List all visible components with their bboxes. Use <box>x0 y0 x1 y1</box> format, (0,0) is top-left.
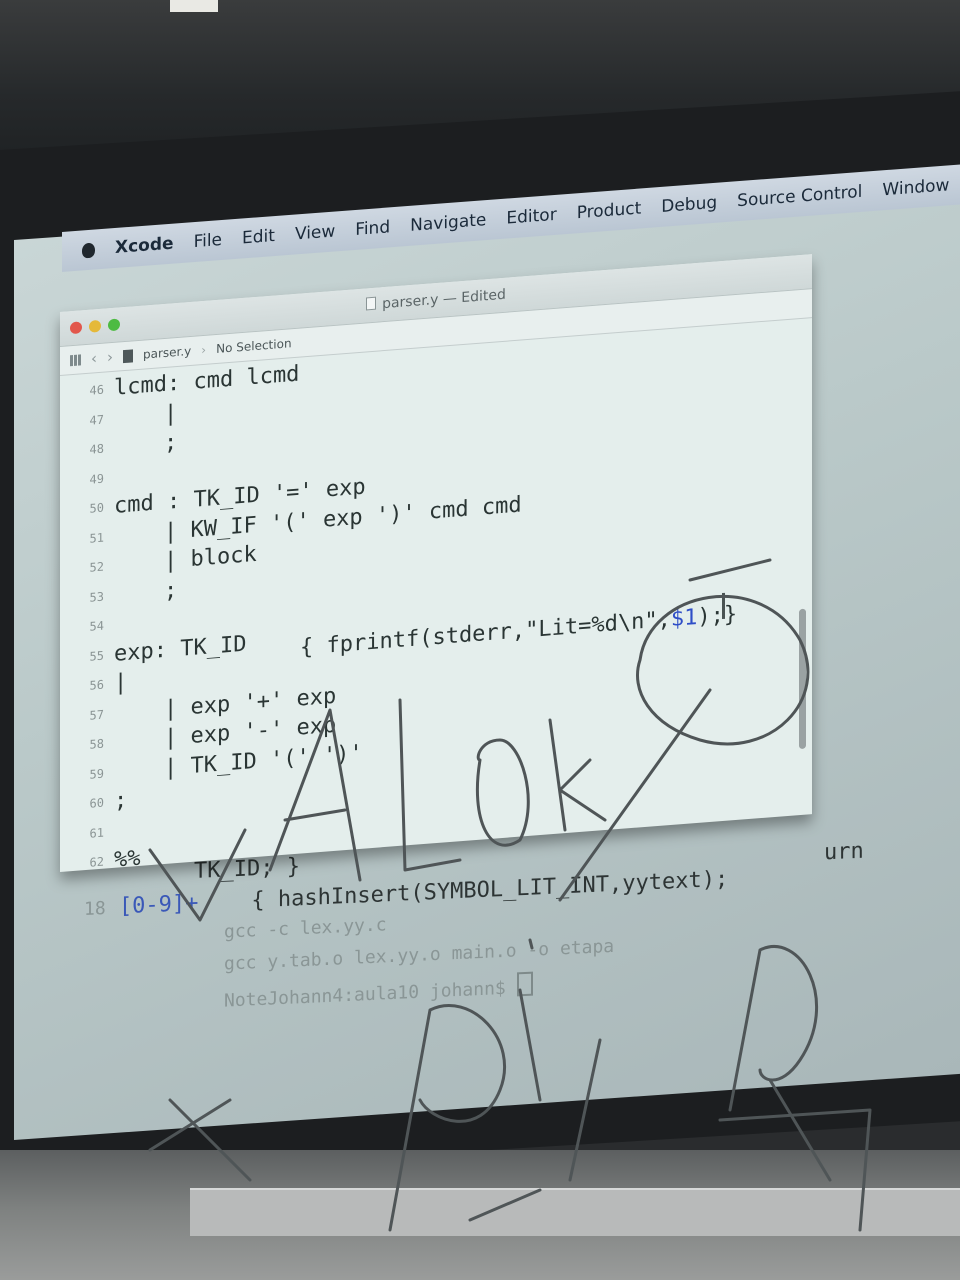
code-text: ; <box>164 577 178 604</box>
line-number: 59 <box>89 766 104 782</box>
ceiling-paper <box>170 0 218 12</box>
terminal-tail: urn <box>824 838 864 866</box>
code-text: ; <box>164 429 178 456</box>
menu-window[interactable]: Window <box>882 175 949 200</box>
whiteboard-ledge <box>190 1188 960 1236</box>
related-items-icon[interactable] <box>70 353 81 366</box>
code-editor[interactable]: 46 lcmd: cmd lcmd 47 | 48; 49 50 cmd : TK_ID '=… <box>60 318 812 872</box>
file-icon <box>123 348 133 363</box>
line-number: 49 <box>89 471 104 487</box>
menu-product[interactable]: Product <box>577 198 642 223</box>
line-number: 47 <box>89 412 104 428</box>
document-icon <box>366 296 377 311</box>
forward-arrow-icon[interactable]: › <box>107 348 113 366</box>
terminal-cursor <box>516 971 533 997</box>
line-number: 56 <box>89 677 104 693</box>
line-number: 53 <box>89 589 104 605</box>
line-number: 61 <box>89 825 104 841</box>
breadcrumb-separator-icon: › <box>201 342 207 358</box>
apple-icon[interactable] <box>82 242 95 258</box>
menu-editor[interactable]: Editor <box>506 205 556 229</box>
line-number: 51 <box>89 530 104 546</box>
line-number: 48 <box>89 441 104 457</box>
menu-app-name[interactable]: Xcode <box>115 234 174 258</box>
back-arrow-icon[interactable]: ‹ <box>91 349 97 367</box>
line-number: 54 <box>89 618 104 634</box>
line-number: 50 <box>89 500 104 516</box>
code-text: | <box>164 400 178 427</box>
line-number: 46 <box>89 382 104 398</box>
line-number: 57 <box>89 707 104 723</box>
menu-view[interactable]: View <box>295 221 335 244</box>
menu-file[interactable]: File <box>194 230 222 252</box>
menu-debug[interactable]: Debug <box>661 193 717 217</box>
text-cursor <box>722 592 725 620</box>
terminal-line-number: 18 <box>84 898 106 920</box>
terminal-prompt: NoteJohann4:aula10 johann$ <box>224 977 506 1012</box>
code-text: | <box>114 669 128 696</box>
menu-navigate[interactable]: Navigate <box>410 210 486 236</box>
breadcrumb-selection[interactable]: No Selection <box>216 336 291 356</box>
code-text: ; <box>114 787 128 814</box>
line-number: 55 <box>89 648 104 664</box>
breadcrumb-file[interactable]: parser.y <box>143 344 191 362</box>
menu-source-control[interactable]: Source Control <box>737 182 862 211</box>
menu-edit[interactable]: Edit <box>242 226 275 248</box>
menu-find[interactable]: Find <box>355 217 390 240</box>
line-number: 60 <box>89 795 104 811</box>
line-number: 58 <box>89 736 104 752</box>
xcode-window: parser.y — Edited ‹ › parser.y › No Sele… <box>60 254 812 873</box>
window-title-text: parser.y — Edited <box>382 286 506 313</box>
line-number: 52 <box>89 559 104 575</box>
terminal-pattern: [0-9]+ <box>118 890 199 920</box>
